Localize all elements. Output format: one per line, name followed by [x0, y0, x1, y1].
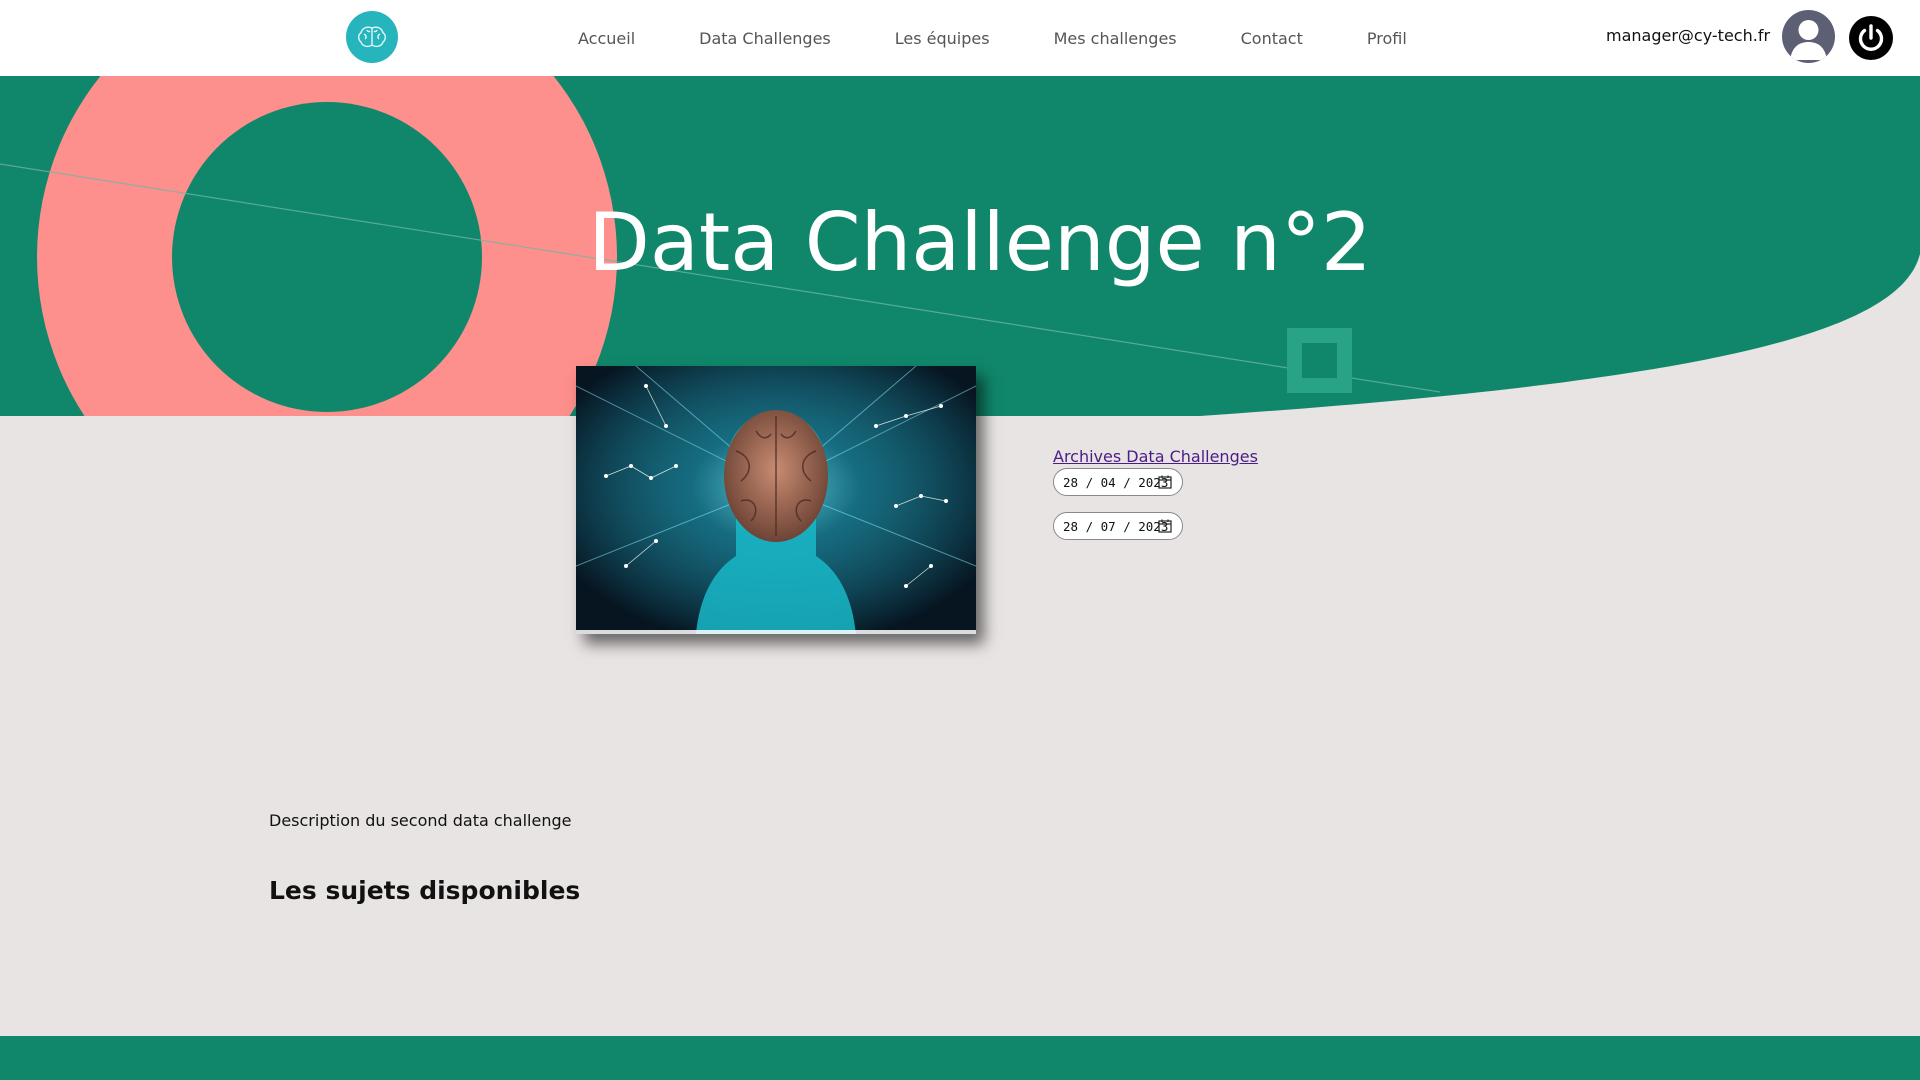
challenge-image [576, 366, 976, 634]
nav-link-data-challenges[interactable]: Data Challenges [699, 29, 831, 48]
user-email: manager@cy-tech.fr [1606, 26, 1771, 45]
main-nav: Accueil Data Challenges Les équipes Mes … [578, 0, 1471, 76]
page-title: Data Challenge n°2 [588, 196, 1372, 289]
start-date-input[interactable]: 28 / 04 / 2023 [1053, 468, 1183, 496]
subjects-heading: Les sujets disponibles [269, 876, 581, 905]
nav-link-contact[interactable]: Contact [1241, 29, 1303, 48]
footer [0, 1036, 1920, 1080]
top-navbar: Accueil Data Challenges Les équipes Mes … [0, 0, 1920, 76]
start-date-value: 28 / 04 / 2023 [1063, 474, 1169, 490]
page: Accueil Data Challenges Les équipes Mes … [0, 0, 1920, 1080]
calendar-icon[interactable] [1158, 475, 1172, 489]
power-icon[interactable] [1849, 16, 1893, 60]
calendar-icon[interactable] [1158, 519, 1172, 533]
end-date-value: 28 / 07 / 2023 [1063, 518, 1169, 534]
user-avatar-icon[interactable] [1782, 10, 1835, 63]
site-logo[interactable] [346, 11, 398, 63]
end-date-input[interactable]: 28 / 07 / 2023 [1053, 512, 1183, 540]
brain-icon [358, 26, 386, 48]
nav-link-profil[interactable]: Profil [1367, 29, 1407, 48]
nav-link-accueil[interactable]: Accueil [578, 29, 635, 48]
challenge-description: Description du second data challenge [269, 811, 572, 830]
archives-link[interactable]: Archives Data Challenges [1053, 447, 1258, 466]
nav-link-mes-challenges[interactable]: Mes challenges [1054, 29, 1177, 48]
nav-link-les-equipes[interactable]: Les équipes [895, 29, 990, 48]
